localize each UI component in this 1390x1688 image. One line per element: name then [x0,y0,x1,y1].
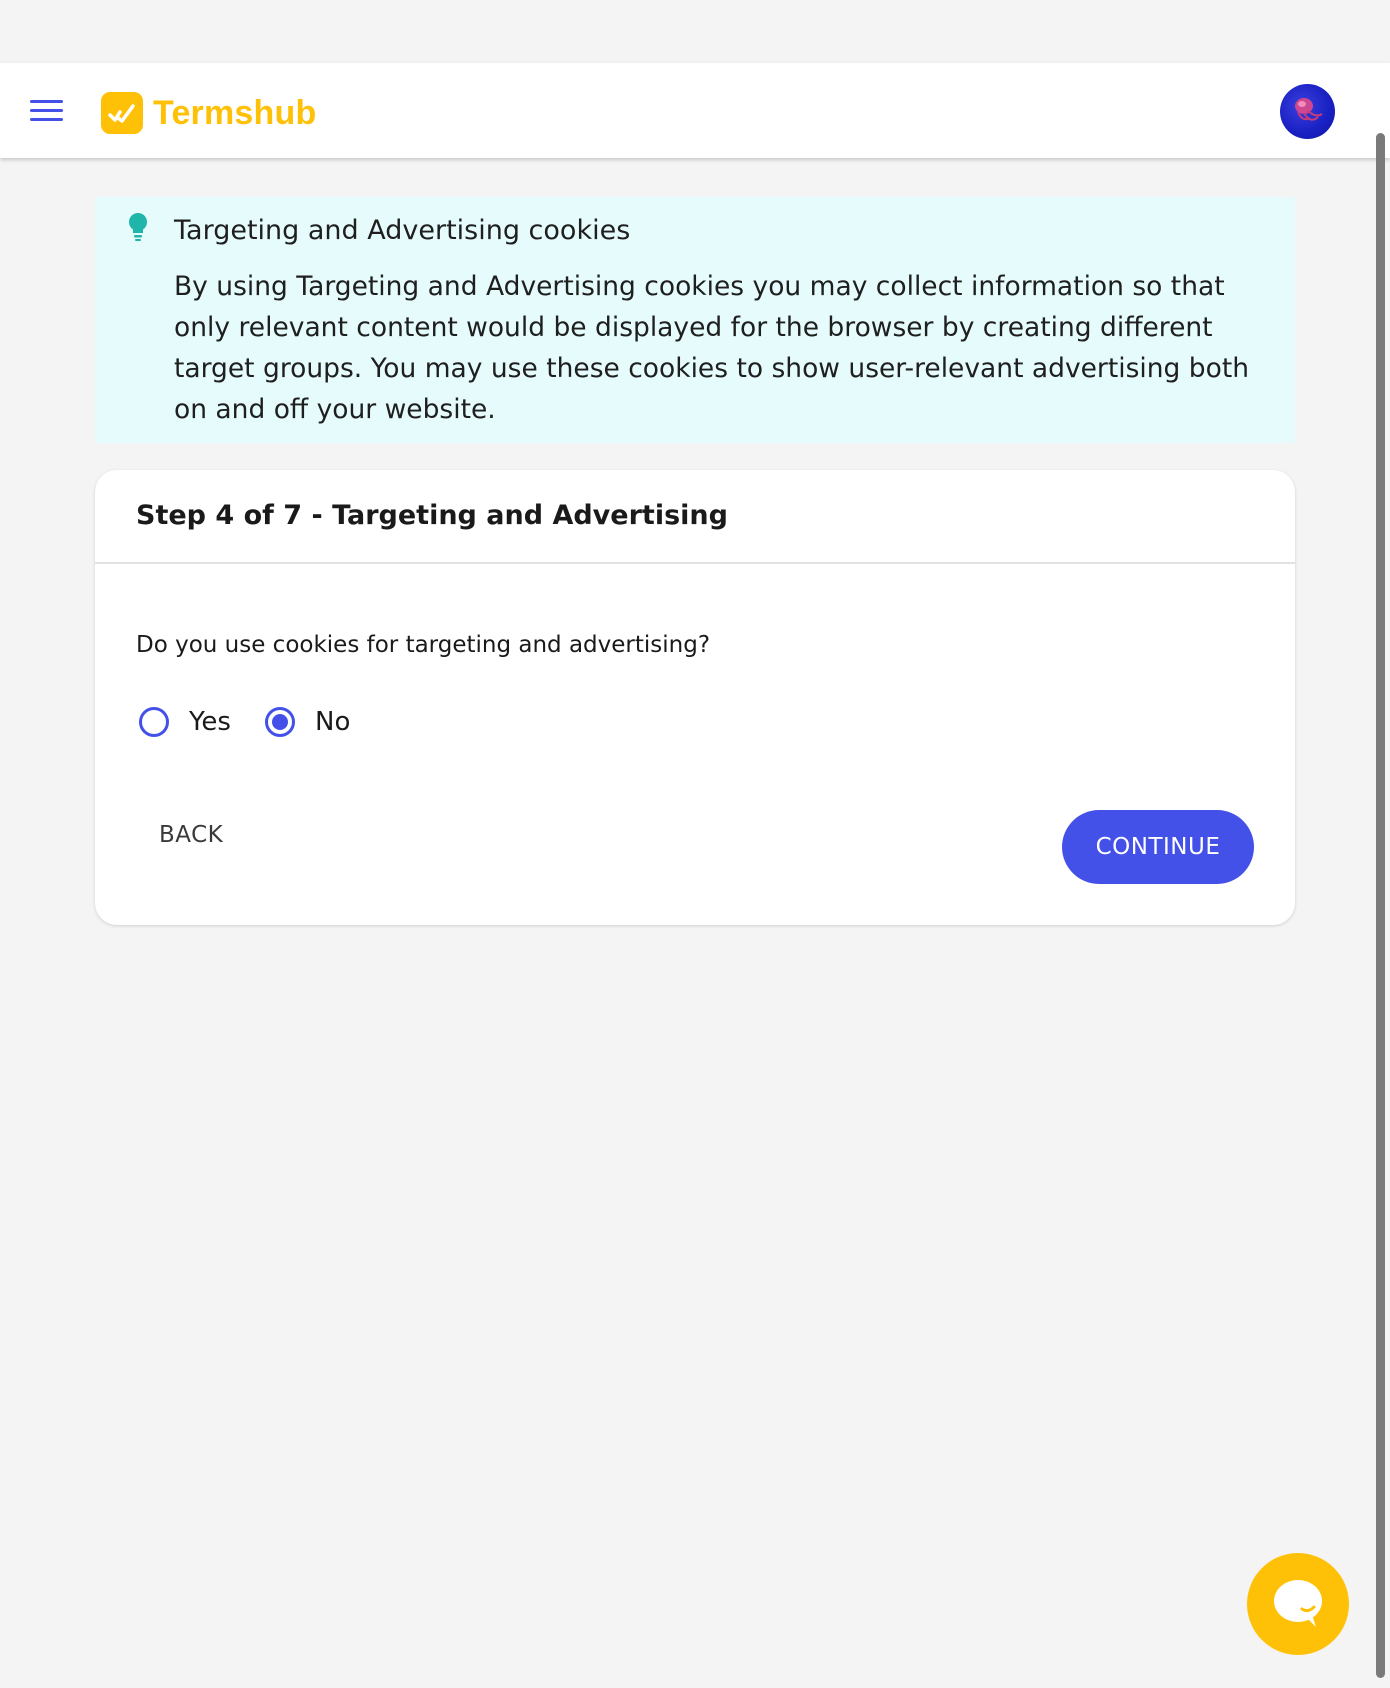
scrollbar[interactable] [1376,133,1385,1678]
user-avatar[interactable] [1280,84,1335,139]
continue-button[interactable]: CONTINUE [1062,810,1254,884]
step-title: Step 4 of 7 - Targeting and Advertising [136,500,728,531]
lightbulb-icon [125,212,151,242]
termshub-logo-icon [101,92,143,134]
brand-name: Termshub [153,93,317,132]
card-header: Step 4 of 7 - Targeting and Advertising [95,470,1295,564]
radio-option-yes[interactable]: Yes [139,702,231,742]
radio-yes-label: Yes [189,707,231,737]
brand-logo[interactable]: Termshub [101,91,316,135]
question-text: Do you use cookies for targeting and adv… [136,632,711,658]
radio-no-circle[interactable] [265,707,295,737]
back-button[interactable]: BACK [135,810,247,860]
info-description: By using Targeting and Advertising cooki… [174,271,1250,425]
radio-yes-circle[interactable] [139,707,169,737]
step-card: Step 4 of 7 - Targeting and Advertising … [95,470,1295,925]
radio-selected-dot [272,714,288,730]
chat-button[interactable] [1247,1553,1349,1655]
chat-bubble-icon [1274,1580,1322,1627]
radio-option-no[interactable]: No [265,702,350,742]
radio-no-label: No [315,707,351,737]
info-title: Targeting and Advertising cookies [174,215,631,246]
hamburger-menu-icon[interactable] [30,98,66,124]
